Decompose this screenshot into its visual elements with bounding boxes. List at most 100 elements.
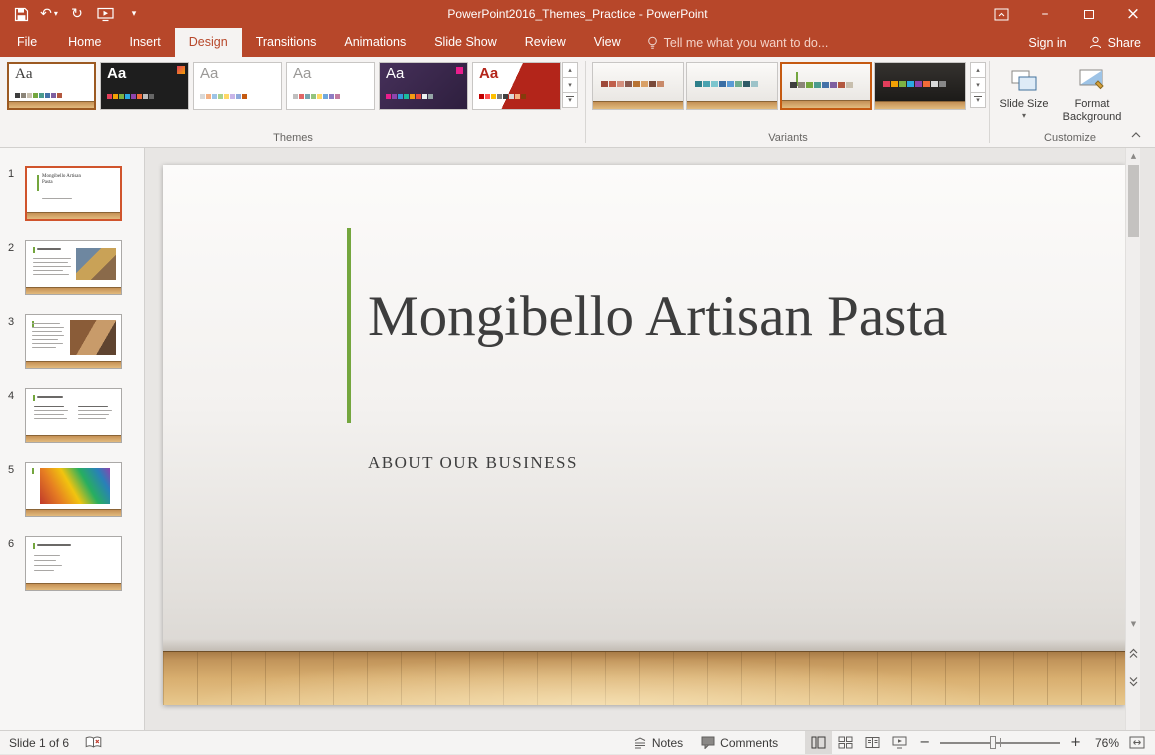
variant-thumbnail-1[interactable] bbox=[592, 62, 684, 110]
slide-thumbnail-4[interactable] bbox=[25, 388, 122, 443]
zoom-slider-thumb[interactable] bbox=[990, 736, 996, 749]
slide-thumbnail-6[interactable] bbox=[25, 536, 122, 591]
notes-label: Notes bbox=[652, 736, 683, 750]
themes-scroll-down-button[interactable]: ▾ bbox=[562, 77, 578, 93]
share-label: Share bbox=[1108, 36, 1141, 50]
share-button[interactable]: Share bbox=[1089, 36, 1141, 50]
theme-sample-text: Aa bbox=[107, 65, 126, 82]
slide-show-icon bbox=[892, 736, 907, 749]
variants-more-button[interactable]: ▾ bbox=[970, 92, 986, 108]
theme-thumbnail-6[interactable]: Aa bbox=[472, 62, 561, 110]
mini-title-line bbox=[37, 544, 71, 546]
slide-thumbnail-panel[interactable]: 1 Mongibello Artisan Pasta 2 bbox=[0, 148, 145, 730]
mini-accent-line bbox=[33, 395, 35, 401]
tab-view[interactable]: View bbox=[580, 28, 635, 57]
variants-group-label: Variants bbox=[586, 132, 990, 144]
theme-thumbnail-current[interactable]: Aa bbox=[7, 62, 96, 110]
floor-shadow bbox=[163, 639, 1125, 651]
slide-size-button[interactable]: Slide Size ▾ bbox=[998, 61, 1050, 141]
variants-scroll-up-button[interactable]: ▴ bbox=[970, 62, 986, 78]
normal-view-button[interactable] bbox=[805, 731, 832, 754]
slide-size-icon bbox=[1010, 67, 1038, 93]
close-button[interactable]: × bbox=[1111, 0, 1155, 28]
lightbulb-icon bbox=[647, 36, 658, 50]
slide-canvas[interactable]: Mongibello Artisan Pasta ABOUT OUR BUSIN… bbox=[163, 165, 1125, 705]
variant-thumbnail-4[interactable] bbox=[874, 62, 966, 110]
tab-slide-show[interactable]: Slide Show bbox=[420, 28, 511, 57]
variant-palette bbox=[883, 81, 946, 87]
slide-show-view-button[interactable] bbox=[886, 731, 913, 754]
notes-toggle-button[interactable]: Notes bbox=[624, 731, 692, 755]
theme-thumbnail-2[interactable]: Aa bbox=[100, 62, 189, 110]
reading-view-icon bbox=[865, 736, 880, 749]
slide-editor-area[interactable]: Mongibello Artisan Pasta ABOUT OUR BUSIN… bbox=[145, 148, 1140, 730]
maximize-button[interactable] bbox=[1067, 0, 1111, 28]
scroll-up-button[interactable]: ▲ bbox=[1126, 148, 1141, 164]
previous-slide-button[interactable] bbox=[1126, 642, 1141, 664]
scroll-down-button[interactable]: ▼ bbox=[1126, 616, 1141, 632]
variant-thumbnail-2[interactable] bbox=[686, 62, 778, 110]
theme-sample-text: Aa bbox=[293, 65, 311, 82]
undo-dropdown-icon[interactable]: ▾ bbox=[54, 10, 58, 18]
tab-transitions[interactable]: Transitions bbox=[242, 28, 331, 57]
zoom-slider[interactable] bbox=[940, 731, 1060, 754]
themes-more-button[interactable]: ▾ bbox=[562, 92, 578, 108]
vertical-scrollbar[interactable]: ▲ ▼ bbox=[1125, 148, 1140, 730]
comments-toggle-button[interactable]: Comments bbox=[692, 731, 787, 755]
save-icon[interactable] bbox=[8, 1, 34, 27]
tab-file[interactable]: File bbox=[0, 28, 54, 57]
zoom-in-button[interactable]: + bbox=[1064, 735, 1087, 750]
tab-design[interactable]: Design bbox=[175, 28, 242, 57]
start-from-beginning-button[interactable] bbox=[92, 1, 118, 27]
tab-animations[interactable]: Animations bbox=[330, 28, 420, 57]
format-background-button[interactable]: Format Background bbox=[1056, 61, 1128, 141]
collapse-ribbon-button[interactable] bbox=[1125, 127, 1147, 143]
slide-sorter-view-button[interactable] bbox=[832, 731, 859, 754]
customize-quick-access-button[interactable]: ▾ bbox=[120, 1, 146, 27]
slide-thumbnail-2[interactable] bbox=[25, 240, 122, 295]
quick-access-toolbar: ↶ ▾ ↻ ▾ bbox=[0, 1, 146, 27]
variants-scroll-down-button[interactable]: ▾ bbox=[970, 77, 986, 93]
slide-thumbnail-3[interactable] bbox=[25, 314, 122, 369]
mini-accent-line bbox=[33, 543, 35, 549]
thumbnail-number: 6 bbox=[8, 538, 14, 550]
zoom-percentage[interactable]: 76% bbox=[1087, 736, 1123, 750]
ribbon-display-options-button[interactable] bbox=[979, 0, 1023, 28]
slide-indicator[interactable]: Slide 1 of 6 bbox=[9, 736, 69, 750]
sign-in-link[interactable]: Sign in bbox=[1028, 36, 1066, 50]
theme-thumbnail-4[interactable]: Aa bbox=[286, 62, 375, 110]
slide-subtitle-text[interactable]: ABOUT OUR BUSINESS bbox=[368, 453, 578, 473]
spell-check-icon[interactable] bbox=[85, 736, 102, 749]
slide-title-text[interactable]: Mongibello Artisan Pasta bbox=[368, 281, 948, 353]
tab-insert[interactable]: Insert bbox=[116, 28, 175, 57]
repeat-button[interactable]: ↻ bbox=[64, 1, 90, 27]
mini-photo bbox=[76, 248, 116, 280]
theme-thumbnail-5[interactable]: Aa bbox=[379, 62, 468, 110]
collapse-ribbon-icon bbox=[1131, 132, 1141, 138]
reading-view-button[interactable] bbox=[859, 731, 886, 754]
next-slide-button[interactable] bbox=[1126, 670, 1141, 692]
status-bar: Slide 1 of 6 Notes Comments − bbox=[0, 730, 1155, 754]
ribbon-display-icon bbox=[994, 8, 1009, 21]
slide-thumbnail-1[interactable]: Mongibello Artisan Pasta bbox=[25, 166, 122, 221]
variant-palette bbox=[790, 82, 853, 88]
tab-home[interactable]: Home bbox=[54, 28, 115, 57]
tell-me-box[interactable]: Tell me what you want to do... bbox=[647, 28, 829, 57]
theme-thumbnail-3[interactable]: Aa bbox=[193, 62, 282, 110]
variant-palette bbox=[695, 81, 758, 87]
undo-button[interactable]: ↶ ▾ bbox=[36, 1, 62, 27]
window-controls: – × bbox=[979, 0, 1155, 28]
theme-corner-badge bbox=[456, 67, 463, 74]
minimize-button[interactable]: – bbox=[1023, 0, 1067, 28]
scrollbar-thumb[interactable] bbox=[1128, 165, 1139, 237]
mini-wood-floor bbox=[26, 361, 121, 368]
theme-sample-text: Aa bbox=[200, 65, 218, 82]
themes-group-label: Themes bbox=[0, 132, 586, 144]
zoom-out-button[interactable]: − bbox=[913, 735, 936, 750]
variant-thumbnail-3-selected[interactable] bbox=[780, 62, 872, 110]
fit-slide-to-window-button[interactable] bbox=[1123, 731, 1150, 754]
mini-title-line bbox=[37, 396, 63, 398]
slide-thumbnail-5[interactable] bbox=[25, 462, 122, 517]
themes-scroll-up-button[interactable]: ▴ bbox=[562, 62, 578, 78]
tab-review[interactable]: Review bbox=[511, 28, 580, 57]
